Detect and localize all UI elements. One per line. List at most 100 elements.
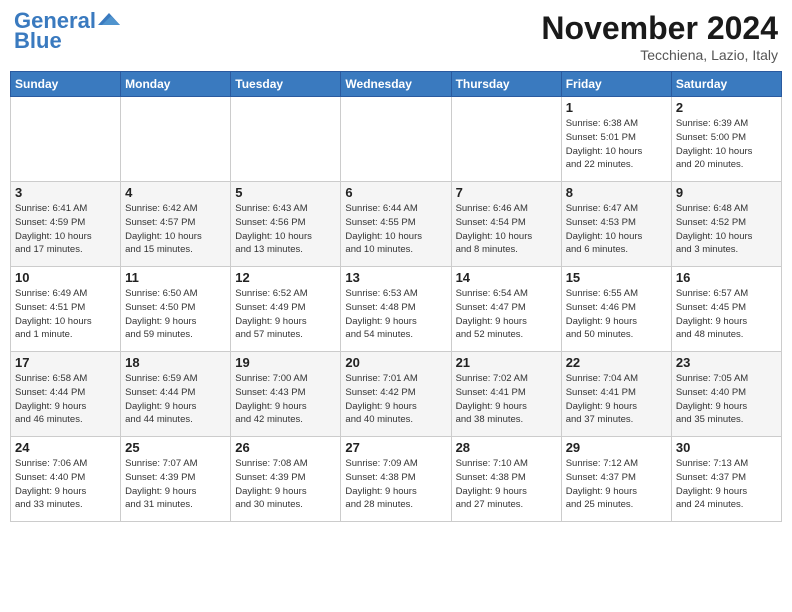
day-info: Sunrise: 7:09 AMSunset: 4:38 PMDaylight:…: [345, 457, 446, 512]
calendar-cell: 14 Sunrise: 6:54 AMSunset: 4:47 PMDayligh…: [451, 267, 561, 352]
day-info: Sunrise: 6:44 AMSunset: 4:55 PMDaylight:…: [345, 202, 446, 257]
day-number: 2: [676, 100, 777, 115]
day-info: Sunrise: 7:06 AMSunset: 4:40 PMDaylight:…: [15, 457, 116, 512]
day-number: 27: [345, 440, 446, 455]
calendar-cell: 28Sunrise: 7:10 AMSunset: 4:38 PMDayligh…: [451, 437, 561, 522]
day-info: Sunrise: 7:13 AMSunset: 4:37 PMDaylight:…: [676, 457, 777, 512]
day-info: Sunrise: 7:12 AMSunset: 4:37 PMDaylight:…: [566, 457, 667, 512]
day-info: Sunrise: 6:59 AMSunset: 4:44 PMDaylight:…: [125, 372, 226, 427]
day-info: Sunrise: 6:49 AMSunset: 4:51 PMDaylight:…: [15, 287, 116, 342]
calendar-cell: 20 Sunrise: 7:01 AMSunset: 4:42 PMDayligh…: [341, 352, 451, 437]
day-number: 16: [676, 270, 777, 285]
day-number: 13: [345, 270, 446, 285]
day-number: 14: [456, 270, 557, 285]
location: Tecchiena, Lazio, Italy: [541, 47, 778, 63]
day-number: 7: [456, 185, 557, 200]
weekday-header-tuesday: Tuesday: [231, 72, 341, 97]
day-info: Sunrise: 6:38 AMSunset: 5:01 PMDaylight:…: [566, 117, 667, 172]
day-info: Sunrise: 7:00 AMSunset: 4:43 PMDaylight:…: [235, 372, 336, 427]
day-info: Sunrise: 6:54 AMSunset: 4:47 PMDaylight:…: [456, 287, 557, 342]
day-number: 10: [15, 270, 116, 285]
day-number: 6: [345, 185, 446, 200]
weekday-header-wednesday: Wednesday: [341, 72, 451, 97]
calendar-cell: [11, 97, 121, 182]
week-row-5: 24 Sunrise: 7:06 AMSunset: 4:40 PMDayligh…: [11, 437, 782, 522]
calendar-cell: 16 Sunrise: 6:57 AMSunset: 4:45 PMDayligh…: [671, 267, 781, 352]
day-number: 25: [125, 440, 226, 455]
month-title: November 2024: [541, 10, 778, 47]
day-info: Sunrise: 6:57 AMSunset: 4:45 PMDaylight:…: [676, 287, 777, 342]
day-info: Sunrise: 7:05 AMSunset: 4:40 PMDaylight:…: [676, 372, 777, 427]
calendar-cell: 12 Sunrise: 6:52 AMSunset: 4:49 PMDayligh…: [231, 267, 341, 352]
calendar-cell: 15 Sunrise: 6:55 AMSunset: 4:46 PMDayligh…: [561, 267, 671, 352]
calendar-cell: 10 Sunrise: 6:49 AMSunset: 4:51 PMDayligh…: [11, 267, 121, 352]
calendar-cell: 25 Sunrise: 7:07 AMSunset: 4:39 PMDayligh…: [121, 437, 231, 522]
day-number: 18: [125, 355, 226, 370]
day-info: Sunrise: 6:41 AMSunset: 4:59 PMDaylight:…: [15, 202, 116, 257]
day-info: Sunrise: 6:50 AMSunset: 4:50 PMDaylight:…: [125, 287, 226, 342]
day-number: 20: [345, 355, 446, 370]
calendar-cell: 4 Sunrise: 6:42 AMSunset: 4:57 PMDaylight…: [121, 182, 231, 267]
day-info: Sunrise: 7:08 AMSunset: 4:39 PMDaylight:…: [235, 457, 336, 512]
calendar-cell: 24 Sunrise: 7:06 AMSunset: 4:40 PMDayligh…: [11, 437, 121, 522]
day-number: 5: [235, 185, 336, 200]
calendar-cell: [121, 97, 231, 182]
day-number: 28: [456, 440, 557, 455]
weekday-header-sunday: Sunday: [11, 72, 121, 97]
day-info: Sunrise: 6:47 AMSunset: 4:53 PMDaylight:…: [566, 202, 667, 257]
calendar-cell: 19Sunrise: 7:00 AMSunset: 4:43 PMDayligh…: [231, 352, 341, 437]
day-number: 23: [676, 355, 777, 370]
calendar-cell: 23 Sunrise: 7:05 AMSunset: 4:40 PMDayligh…: [671, 352, 781, 437]
weekday-header-friday: Friday: [561, 72, 671, 97]
logo-icon: [98, 11, 120, 27]
day-info: Sunrise: 7:07 AMSunset: 4:39 PMDaylight:…: [125, 457, 226, 512]
calendar-cell: 29 Sunrise: 7:12 AMSunset: 4:37 PMDayligh…: [561, 437, 671, 522]
calendar-cell: 7 Sunrise: 6:46 AMSunset: 4:54 PMDaylight…: [451, 182, 561, 267]
day-number: 26: [235, 440, 336, 455]
day-info: Sunrise: 6:42 AMSunset: 4:57 PMDaylight:…: [125, 202, 226, 257]
day-info: Sunrise: 6:43 AMSunset: 4:56 PMDaylight:…: [235, 202, 336, 257]
calendar-cell: 3 Sunrise: 6:41 AMSunset: 4:59 PMDaylight…: [11, 182, 121, 267]
day-number: 8: [566, 185, 667, 200]
day-number: 15: [566, 270, 667, 285]
day-info: Sunrise: 6:46 AMSunset: 4:54 PMDaylight:…: [456, 202, 557, 257]
day-info: Sunrise: 6:55 AMSunset: 4:46 PMDaylight:…: [566, 287, 667, 342]
day-number: 24: [15, 440, 116, 455]
calendar-cell: 8 Sunrise: 6:47 AMSunset: 4:53 PMDaylight…: [561, 182, 671, 267]
weekday-header-thursday: Thursday: [451, 72, 561, 97]
calendar-cell: [451, 97, 561, 182]
day-number: 11: [125, 270, 226, 285]
calendar-cell: 27 Sunrise: 7:09 AMSunset: 4:38 PMDayligh…: [341, 437, 451, 522]
calendar-cell: [231, 97, 341, 182]
day-info: Sunrise: 6:39 AMSunset: 5:00 PMDaylight:…: [676, 117, 777, 172]
logo: General Blue: [14, 10, 120, 52]
calendar-table: SundayMondayTuesdayWednesdayThursdayFrid…: [10, 71, 782, 522]
day-info: Sunrise: 6:52 AMSunset: 4:49 PMDaylight:…: [235, 287, 336, 342]
calendar-cell: 1Sunrise: 6:38 AMSunset: 5:01 PMDaylight…: [561, 97, 671, 182]
calendar-cell: [341, 97, 451, 182]
day-info: Sunrise: 7:01 AMSunset: 4:42 PMDaylight:…: [345, 372, 446, 427]
page-header: General Blue November 2024 Tecchiena, La…: [10, 10, 782, 63]
week-row-3: 10 Sunrise: 6:49 AMSunset: 4:51 PMDayligh…: [11, 267, 782, 352]
day-number: 12: [235, 270, 336, 285]
day-info: Sunrise: 6:58 AMSunset: 4:44 PMDaylight:…: [15, 372, 116, 427]
day-info: Sunrise: 6:53 AMSunset: 4:48 PMDaylight:…: [345, 287, 446, 342]
calendar-cell: 2 Sunrise: 6:39 AMSunset: 5:00 PMDaylight…: [671, 97, 781, 182]
calendar-cell: 13 Sunrise: 6:53 AMSunset: 4:48 PMDayligh…: [341, 267, 451, 352]
week-row-2: 3 Sunrise: 6:41 AMSunset: 4:59 PMDaylight…: [11, 182, 782, 267]
day-number: 4: [125, 185, 226, 200]
day-number: 3: [15, 185, 116, 200]
day-info: Sunrise: 7:04 AMSunset: 4:41 PMDaylight:…: [566, 372, 667, 427]
day-number: 29: [566, 440, 667, 455]
calendar-cell: 18 Sunrise: 6:59 AMSunset: 4:44 PMDayligh…: [121, 352, 231, 437]
day-number: 30: [676, 440, 777, 455]
calendar-cell: 21Sunrise: 7:02 AMSunset: 4:41 PMDayligh…: [451, 352, 561, 437]
calendar-cell: 6 Sunrise: 6:44 AMSunset: 4:55 PMDaylight…: [341, 182, 451, 267]
day-info: Sunrise: 6:48 AMSunset: 4:52 PMDaylight:…: [676, 202, 777, 257]
calendar-cell: 17 Sunrise: 6:58 AMSunset: 4:44 PMDayligh…: [11, 352, 121, 437]
weekday-header-row: SundayMondayTuesdayWednesdayThursdayFrid…: [11, 72, 782, 97]
day-number: 17: [15, 355, 116, 370]
title-block: November 2024 Tecchiena, Lazio, Italy: [541, 10, 778, 63]
day-number: 22: [566, 355, 667, 370]
week-row-4: 17 Sunrise: 6:58 AMSunset: 4:44 PMDayligh…: [11, 352, 782, 437]
